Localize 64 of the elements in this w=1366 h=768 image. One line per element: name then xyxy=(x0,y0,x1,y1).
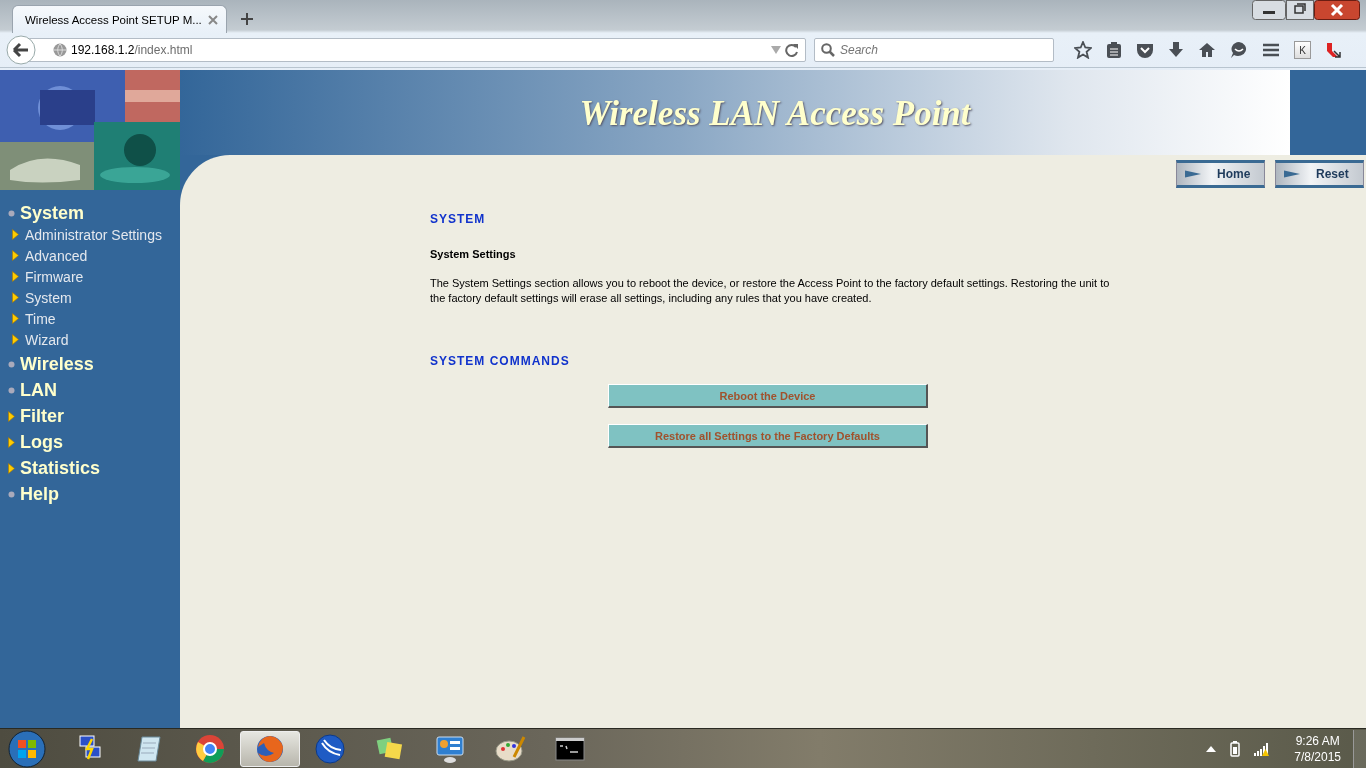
pocket-icon[interactable] xyxy=(1136,42,1154,58)
nav-button[interactable]: Reset xyxy=(1275,160,1364,188)
back-icon[interactable] xyxy=(6,35,36,65)
caret-icon[interactable] xyxy=(1206,745,1217,752)
description: The System Settings section allows you to reboot the device, or restore the Access Point to the factory default settings. Restoring the unit to the factory default settings will erase all settings, including any rules that you have created. xyxy=(430,276,1111,306)
section-heading: SYSTEM COMMANDS xyxy=(430,354,571,368)
bullet-icon xyxy=(8,209,15,217)
arrow-icon xyxy=(12,292,19,303)
arrow-icon xyxy=(8,410,15,422)
nav-button[interactable]: Home xyxy=(1176,160,1265,188)
reload-icon[interactable] xyxy=(785,43,799,57)
submenu-item[interactable]: Wizard xyxy=(8,329,180,350)
banner-title: Wireless LAN Access Point xyxy=(579,93,971,134)
signal-icon[interactable] xyxy=(1254,741,1271,756)
browser-icon xyxy=(194,732,226,765)
circle-app-icon xyxy=(314,732,346,765)
clipboard-icon[interactable] xyxy=(1106,41,1122,59)
search-field[interactable]: Search xyxy=(814,38,1054,62)
chat-smiley-icon[interactable] xyxy=(1230,41,1248,59)
menu-item[interactable]: Statistics xyxy=(8,455,180,481)
bullet-icon xyxy=(8,490,15,498)
menu-item[interactable]: System xyxy=(8,200,180,226)
browser-tab[interactable]: Wireless Access Point SETUP M... xyxy=(12,5,227,33)
menu-icon[interactable] xyxy=(1262,42,1280,58)
start-button[interactable] xyxy=(8,729,46,768)
menu-item[interactable]: Filter xyxy=(8,403,180,429)
restore-icon[interactable] xyxy=(1286,0,1314,20)
minimize-icon[interactable] xyxy=(1252,0,1286,20)
clock-time: 9:26 AM xyxy=(1295,732,1340,749)
arrow-icon xyxy=(8,436,15,448)
star-icon[interactable] xyxy=(1074,41,1092,59)
bullet-icon xyxy=(8,360,15,368)
menu-item[interactable]: LAN xyxy=(8,377,180,403)
arrow-icon xyxy=(12,229,19,240)
submenu-item[interactable]: Time xyxy=(8,308,180,329)
home-icon[interactable] xyxy=(1198,42,1216,58)
taskbar-button[interactable] xyxy=(240,730,300,767)
subheading: System Settings xyxy=(430,248,517,260)
submenu-item[interactable]: System xyxy=(8,287,180,308)
url-path: /index.html xyxy=(134,43,193,57)
arrow-icon xyxy=(8,462,15,474)
arrow-icon xyxy=(12,250,19,261)
globe-icon xyxy=(53,43,67,57)
submenu-item[interactable]: Advanced xyxy=(8,245,180,266)
submenu-item[interactable]: Firmware xyxy=(8,266,180,287)
arrow-icon xyxy=(12,271,19,282)
tab-title: Wireless Access Point SETUP M... xyxy=(25,13,202,26)
url-host: 192.168.1.2 xyxy=(71,43,135,57)
download-icon[interactable] xyxy=(1168,41,1184,59)
menu-item[interactable]: Logs xyxy=(8,429,180,455)
bullet-icon xyxy=(8,386,15,394)
menu-item[interactable]: Wireless xyxy=(8,351,180,377)
battery-icon[interactable] xyxy=(1230,740,1241,757)
close-icon[interactable] xyxy=(1314,0,1360,20)
arrow-icon xyxy=(12,313,19,324)
play-icon xyxy=(1284,170,1300,178)
clock-date: 7/8/2015 xyxy=(1294,748,1341,765)
section-heading: SYSTEM xyxy=(430,212,487,226)
arrow-icon xyxy=(12,334,19,345)
submenu-item[interactable]: Administrator Settings xyxy=(8,224,180,245)
play-icon xyxy=(1185,170,1201,178)
menu-item[interactable]: Help xyxy=(8,481,180,507)
extension-button[interactable]: K xyxy=(1294,41,1311,59)
plus-icon[interactable] xyxy=(240,13,253,25)
